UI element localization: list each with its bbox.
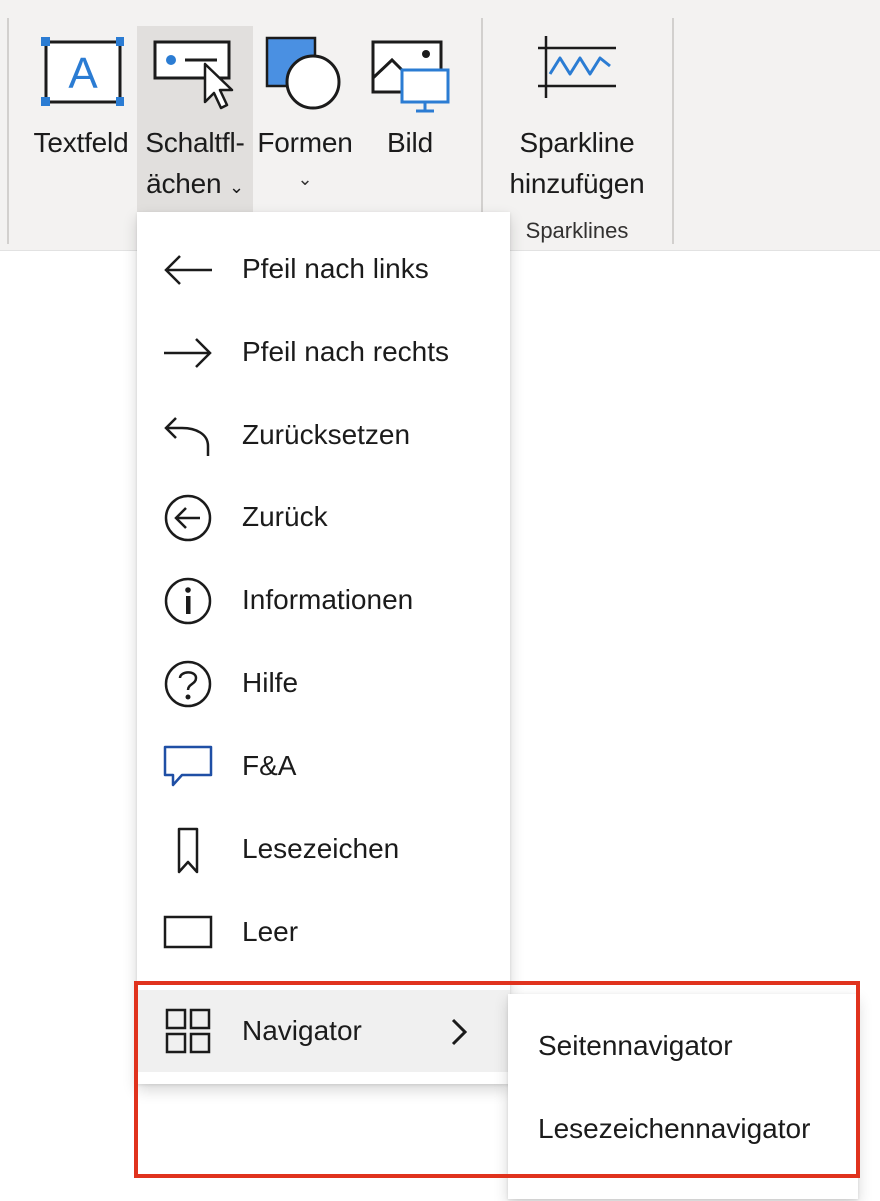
ribbon-separator-right bbox=[672, 18, 674, 244]
reset-icon bbox=[164, 417, 210, 456]
ribbon-separator-middle bbox=[481, 18, 483, 244]
menu-item-information[interactable]: Informationen bbox=[137, 559, 510, 641]
menu-item-label: Lesezeichen bbox=[242, 833, 400, 864]
buttons-dropdown-label: Schaltfl- ächen ⌄ bbox=[137, 122, 253, 208]
shapes-button-label: Formen ⌄ bbox=[253, 122, 357, 189]
menu-item-arrow-left[interactable]: Pfeil nach links bbox=[137, 228, 510, 310]
menu-item-arrow-right[interactable]: Pfeil nach rechts bbox=[137, 311, 510, 393]
textbox-button[interactable]: A Textfeld bbox=[26, 26, 136, 212]
info-icon bbox=[164, 577, 212, 625]
picture-button[interactable]: Bild bbox=[360, 26, 460, 212]
chevron-right-icon bbox=[451, 1018, 468, 1046]
menu-item-label: Leer bbox=[242, 916, 299, 947]
blank-rectangle-icon bbox=[163, 915, 213, 949]
buttons-label-line2: ächen bbox=[146, 168, 222, 199]
submenu-item-bookmark-navigator[interactable]: Lesezeichennavigator bbox=[508, 1089, 858, 1169]
menu-item-label: Zurücksetzen bbox=[242, 419, 411, 450]
buttons-dropdown-menu: Pfeil nach links Pfeil nach rechts Zurüc… bbox=[137, 212, 510, 1084]
picture-icon bbox=[371, 40, 450, 113]
menu-item-label: Pfeil nach rechts bbox=[242, 336, 449, 367]
submenu-item-page-navigator[interactable]: Seitennavigator bbox=[508, 1006, 858, 1086]
add-sparkline-label: Sparkline hinzufügen bbox=[494, 122, 660, 204]
menu-item-label: Zurück bbox=[242, 501, 328, 532]
menu-item-help[interactable]: Hilfe bbox=[137, 642, 510, 724]
help-icon bbox=[164, 660, 212, 708]
bookmark-icon bbox=[177, 827, 199, 874]
arrow-right-icon bbox=[164, 338, 212, 368]
menu-item-label: Hilfe bbox=[242, 667, 299, 698]
qa-speech-bubble-icon bbox=[163, 745, 213, 787]
menu-item-label: F&A bbox=[242, 750, 297, 781]
sparkline-icon bbox=[538, 36, 616, 98]
buttons-label-line1: Schaltfl- bbox=[145, 127, 245, 158]
ribbon-separator-left bbox=[7, 18, 9, 244]
chevron-down-icon: ⌄ bbox=[229, 177, 244, 197]
shapes-icon bbox=[265, 36, 341, 110]
textbox-button-label: Textfeld bbox=[33, 127, 129, 158]
picture-button-label: Bild bbox=[387, 127, 433, 158]
button-control-icon bbox=[153, 40, 234, 110]
sparkline-label-line2: hinzufügen bbox=[509, 168, 645, 199]
menu-item-label: Navigator bbox=[242, 1015, 362, 1046]
menu-item-label: Pfeil nach links bbox=[242, 253, 429, 284]
shapes-button[interactable]: Formen ⌄ bbox=[253, 26, 357, 212]
sparkline-label-line1: Sparkline bbox=[519, 127, 635, 158]
chevron-down-icon: ⌄ bbox=[297, 169, 313, 189]
menu-item-qa[interactable]: F&A bbox=[137, 725, 510, 807]
menu-item-bookmark[interactable]: Lesezeichen bbox=[137, 808, 510, 890]
back-circle-icon bbox=[164, 494, 212, 542]
shapes-label-text: Formen bbox=[257, 127, 353, 158]
menu-item-reset[interactable]: Zurücksetzen bbox=[137, 394, 510, 476]
menu-item-back[interactable]: Zurück bbox=[137, 476, 510, 558]
arrow-left-icon bbox=[164, 255, 212, 285]
svg-text:A: A bbox=[68, 49, 98, 98]
textbox-icon: A bbox=[41, 37, 124, 106]
menu-item-navigator[interactable]: Navigator bbox=[137, 990, 510, 1072]
menu-item-label: Informationen bbox=[242, 584, 414, 615]
add-sparkline-button[interactable]: Sparkline hinzufügen bbox=[494, 26, 660, 212]
navigator-submenu: Seitennavigator Lesezeichennavigator bbox=[508, 994, 858, 1199]
sparklines-group-label: Sparklines bbox=[525, 218, 629, 243]
navigator-grid-icon bbox=[165, 1008, 211, 1054]
buttons-dropdown-button[interactable]: Schaltfl- ächen ⌄ bbox=[137, 26, 253, 212]
menu-item-blank[interactable]: Leer bbox=[137, 891, 510, 973]
